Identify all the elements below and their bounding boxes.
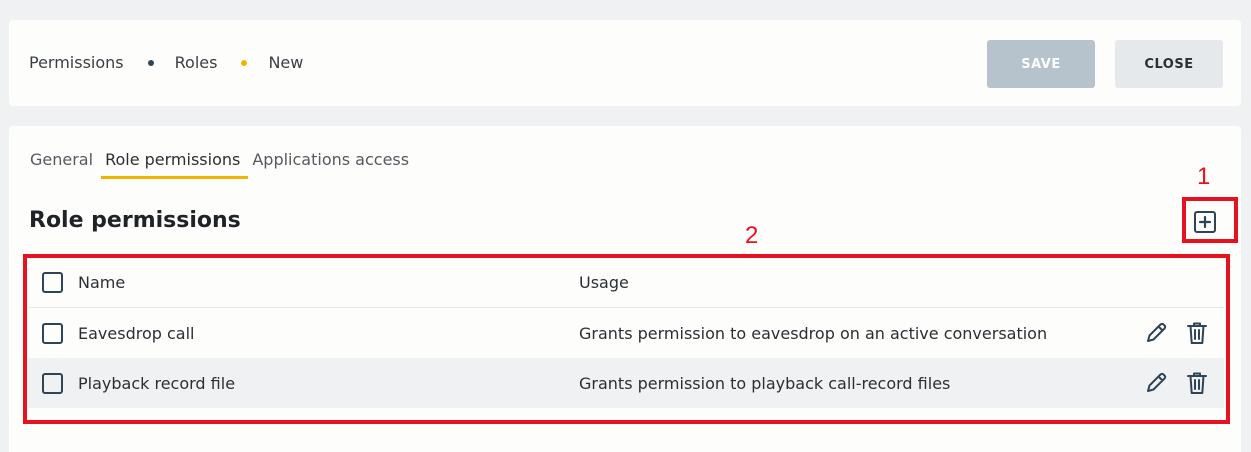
annotation-label-2: 2: [745, 222, 759, 249]
tab-general[interactable]: General: [30, 150, 97, 179]
breadcrumb-separator-dot: [241, 59, 248, 66]
tab-applications-access[interactable]: Applications access: [252, 150, 413, 179]
breadcrumb-permissions[interactable]: Permissions: [29, 53, 124, 72]
annotation-box-1: [1182, 197, 1238, 243]
close-button[interactable]: CLOSE: [1115, 40, 1223, 88]
section-title: Role permissions: [29, 208, 241, 233]
breadcrumb: Permissions Roles New: [29, 53, 303, 72]
breadcrumb-new: New: [268, 53, 304, 72]
breadcrumb-roles[interactable]: Roles: [175, 53, 218, 72]
breadcrumb-separator-dot: [147, 59, 154, 66]
save-button[interactable]: SAVE: [987, 40, 1095, 88]
annotation-label-1: 1: [1197, 163, 1211, 190]
tab-role-permissions[interactable]: Role permissions: [101, 150, 249, 179]
annotation-box-2: [23, 254, 1230, 424]
top-bar: Permissions Roles New SAVE CLOSE: [9, 20, 1241, 106]
tab-bar: General Role permissions Applications ac…: [30, 150, 421, 179]
